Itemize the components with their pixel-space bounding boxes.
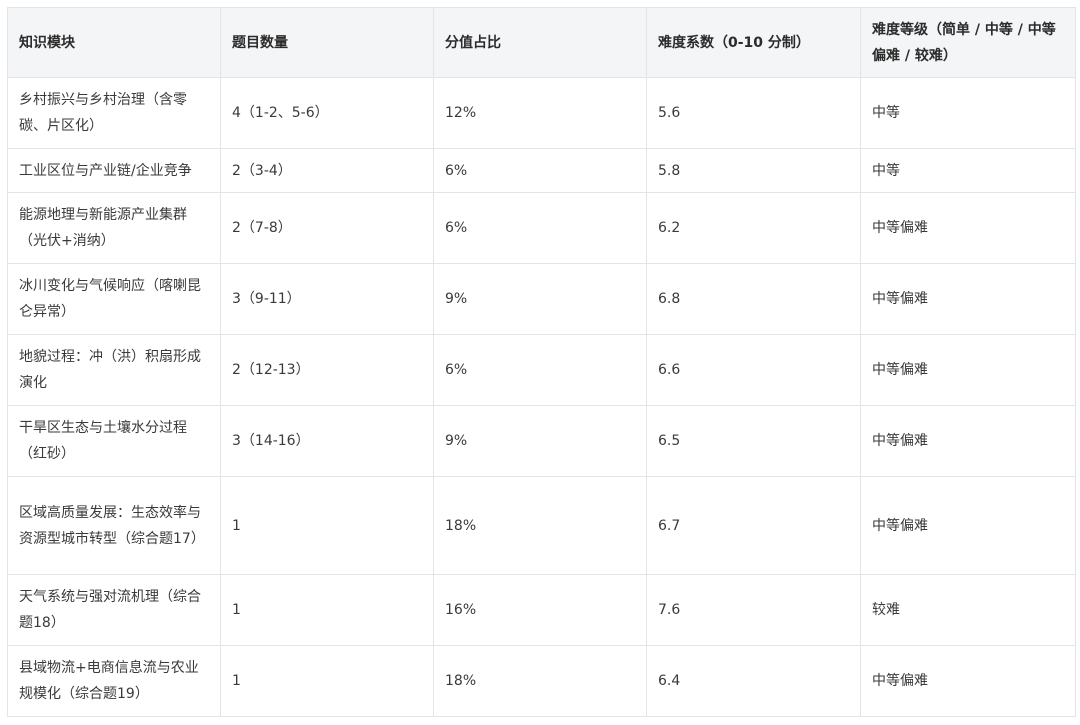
cell-score-ratio: 18% bbox=[433, 645, 647, 717]
cell-module: 天气系统与强对流机理（综合题18） bbox=[7, 574, 221, 646]
cell-score-ratio: 9% bbox=[433, 263, 647, 335]
cell-module: 县域物流+电商信息流与农业规模化（综合题19） bbox=[7, 645, 221, 717]
cell-question-count: 2（7-8） bbox=[220, 192, 434, 264]
header-question-count: 题目数量 bbox=[220, 7, 434, 78]
cell-score-ratio: 9% bbox=[433, 405, 647, 477]
table-row: 工业区位与产业链/企业竞争 2（3-4） 6% 5.8 中等 bbox=[7, 148, 1076, 193]
cell-module: 冰川变化与气候响应（喀喇昆仑异常） bbox=[7, 263, 221, 335]
cell-difficulty-coefficient: 7.6 bbox=[646, 574, 861, 646]
cell-difficulty-coefficient: 6.2 bbox=[646, 192, 861, 264]
table-header: 知识模块 题目数量 分值占比 难度系数（0-10 分制） 难度等级（简单 / 中… bbox=[7, 7, 1076, 78]
header-difficulty-level: 难度等级（简单 / 中等 / 中等偏难 / 较难） bbox=[860, 7, 1076, 78]
cell-difficulty-level: 中等偏难 bbox=[860, 334, 1076, 406]
difficulty-table-container: 知识模块 题目数量 分值占比 难度系数（0-10 分制） 难度等级（简单 / 中… bbox=[7, 7, 1076, 717]
cell-score-ratio: 6% bbox=[433, 192, 647, 264]
cell-difficulty-level: 中等偏难 bbox=[860, 645, 1076, 717]
cell-module: 地貌过程：冲（洪）积扇形成演化 bbox=[7, 334, 221, 406]
cell-difficulty-level: 中等偏难 bbox=[860, 405, 1076, 477]
cell-question-count: 2（3-4） bbox=[220, 148, 434, 193]
table-row: 县域物流+电商信息流与农业规模化（综合题19） 1 18% 6.4 中等偏难 bbox=[7, 645, 1076, 717]
cell-question-count: 1 bbox=[220, 645, 434, 717]
cell-difficulty-coefficient: 5.8 bbox=[646, 148, 861, 193]
cell-question-count: 1 bbox=[220, 476, 434, 575]
cell-difficulty-coefficient: 6.7 bbox=[646, 476, 861, 575]
cell-difficulty-coefficient: 6.6 bbox=[646, 334, 861, 406]
cell-question-count: 3（9-11） bbox=[220, 263, 434, 335]
cell-module: 区域高质量发展：生态效率与资源型城市转型（综合题17） bbox=[7, 476, 221, 575]
cell-difficulty-level: 中等偏难 bbox=[860, 476, 1076, 575]
cell-module: 干旱区生态与土壤水分过程（红砂） bbox=[7, 405, 221, 477]
cell-difficulty-level: 中等 bbox=[860, 148, 1076, 193]
cell-question-count: 4（1-2、5-6） bbox=[220, 77, 434, 149]
table-row: 能源地理与新能源产业集群（光伏+消纳） 2（7-8） 6% 6.2 中等偏难 bbox=[7, 192, 1076, 264]
cell-score-ratio: 16% bbox=[433, 574, 647, 646]
cell-module: 能源地理与新能源产业集群（光伏+消纳） bbox=[7, 192, 221, 264]
header-score-ratio: 分值占比 bbox=[433, 7, 647, 78]
cell-question-count: 2（12-13） bbox=[220, 334, 434, 406]
table-row: 乡村振兴与乡村治理（含零碳、片区化） 4（1-2、5-6） 12% 5.6 中等 bbox=[7, 77, 1076, 149]
header-knowledge-module: 知识模块 bbox=[7, 7, 221, 78]
table-row: 天气系统与强对流机理（综合题18） 1 16% 7.6 较难 bbox=[7, 574, 1076, 646]
cell-question-count: 3（14-16） bbox=[220, 405, 434, 477]
cell-question-count: 1 bbox=[220, 574, 434, 646]
table-body: 乡村振兴与乡村治理（含零碳、片区化） 4（1-2、5-6） 12% 5.6 中等… bbox=[7, 77, 1076, 717]
table-row: 地貌过程：冲（洪）积扇形成演化 2（12-13） 6% 6.6 中等偏难 bbox=[7, 334, 1076, 406]
cell-score-ratio: 6% bbox=[433, 334, 647, 406]
cell-difficulty-level: 中等 bbox=[860, 77, 1076, 149]
cell-score-ratio: 12% bbox=[433, 77, 647, 149]
table-row: 干旱区生态与土壤水分过程（红砂） 3（14-16） 9% 6.5 中等偏难 bbox=[7, 405, 1076, 477]
cell-difficulty-level: 较难 bbox=[860, 574, 1076, 646]
cell-difficulty-coefficient: 6.5 bbox=[646, 405, 861, 477]
cell-score-ratio: 18% bbox=[433, 476, 647, 575]
header-difficulty-coefficient: 难度系数（0-10 分制） bbox=[646, 7, 861, 78]
table-row: 区域高质量发展：生态效率与资源型城市转型（综合题17） 1 18% 6.7 中等… bbox=[7, 476, 1076, 575]
cell-module: 工业区位与产业链/企业竞争 bbox=[7, 148, 221, 193]
difficulty-table: 知识模块 题目数量 分值占比 难度系数（0-10 分制） 难度等级（简单 / 中… bbox=[7, 7, 1076, 717]
cell-score-ratio: 6% bbox=[433, 148, 647, 193]
cell-difficulty-coefficient: 6.4 bbox=[646, 645, 861, 717]
cell-module: 乡村振兴与乡村治理（含零碳、片区化） bbox=[7, 77, 221, 149]
table-row: 冰川变化与气候响应（喀喇昆仑异常） 3（9-11） 9% 6.8 中等偏难 bbox=[7, 263, 1076, 335]
cell-difficulty-level: 中等偏难 bbox=[860, 192, 1076, 264]
cell-difficulty-coefficient: 5.6 bbox=[646, 77, 861, 149]
cell-difficulty-coefficient: 6.8 bbox=[646, 263, 861, 335]
header-row: 知识模块 题目数量 分值占比 难度系数（0-10 分制） 难度等级（简单 / 中… bbox=[7, 7, 1076, 78]
cell-difficulty-level: 中等偏难 bbox=[860, 263, 1076, 335]
